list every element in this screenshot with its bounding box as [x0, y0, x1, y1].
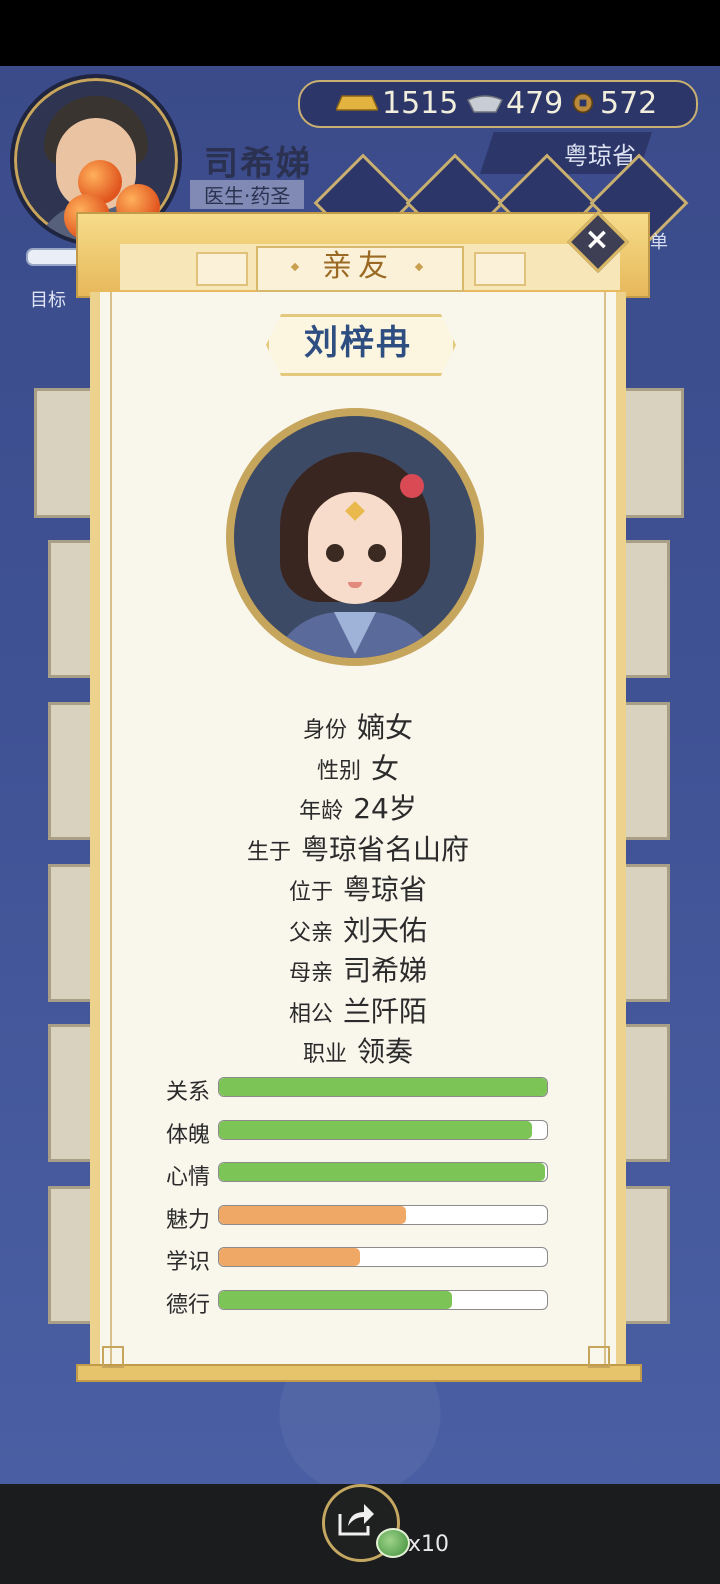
stat-fill: [219, 1291, 452, 1309]
info-row-husband: 相公 兰阡陌: [90, 990, 626, 1030]
stat-label-relationship: 关系: [166, 1080, 211, 1105]
info-value: 粤琼省: [343, 873, 428, 906]
silver-ingot-icon: [466, 95, 504, 113]
info-row-identity: 身份 嫡女: [90, 706, 626, 746]
info-label: 相公: [288, 1002, 333, 1027]
stat-label-virtue: 德行: [166, 1293, 211, 1318]
side-card: [620, 702, 670, 840]
info-label: 职业: [302, 1042, 347, 1067]
stat-fill: [219, 1121, 533, 1139]
stat-fill: [219, 1078, 547, 1096]
info-label: 年龄: [299, 799, 344, 824]
info-row-occupation: 职业 领奏: [90, 1030, 626, 1070]
info-value: 女: [371, 752, 400, 785]
info-row-gender: 性别女: [90, 747, 626, 787]
flower-hairpin-icon: [400, 474, 424, 498]
gold-value: 1515: [382, 86, 459, 121]
stat-label-physique: 体魄: [166, 1123, 211, 1148]
stat-bar-physique: [218, 1120, 548, 1140]
copper-coin-icon: [572, 92, 594, 114]
info-row-mother: 母亲 司希娣: [90, 949, 626, 989]
silver-value: 479: [506, 86, 564, 121]
person-name: 刘梓冉: [304, 323, 412, 363]
side-card: [620, 1186, 670, 1324]
corner-ornament: [588, 1346, 610, 1368]
header-ornament-left: [196, 252, 248, 286]
coin-value: 572: [600, 86, 658, 121]
gold-ingot-icon: [336, 95, 378, 111]
info-label: 生于: [246, 840, 291, 865]
stat-bar-charm: [218, 1205, 548, 1225]
info-value: 嫡女: [357, 711, 414, 744]
info-value: 兰阡陌: [343, 995, 428, 1028]
info-row-age: 年龄 24岁: [90, 787, 626, 827]
info-row-birthplace: 生于 粤琼省名山府: [90, 828, 626, 868]
side-card: [620, 540, 670, 678]
portrait-eye: [368, 544, 386, 562]
stat-fill: [219, 1248, 361, 1266]
info-label: 父亲: [288, 921, 333, 946]
stat-label-charm: 魅力: [166, 1208, 211, 1233]
stat-fill: [219, 1206, 406, 1224]
stat-label-knowledge: 学识: [166, 1250, 211, 1275]
stat-fill: [219, 1163, 546, 1181]
person-portrait: [234, 416, 476, 658]
share-reward-count: x10: [408, 1532, 450, 1557]
stat-label-mood: 心情: [166, 1165, 211, 1190]
info-label: 位于: [288, 880, 333, 905]
stat-bar-virtue: [218, 1290, 548, 1310]
jade-coin-icon: [376, 1528, 410, 1558]
goal-label[interactable]: 目标: [30, 286, 66, 312]
stat-bar-knowledge: [218, 1247, 548, 1267]
stat-bar-relationship: [218, 1077, 548, 1097]
info-value: 领奏: [357, 1035, 414, 1068]
info-row-father: 父亲 刘天佑: [90, 909, 626, 949]
side-card: [620, 388, 684, 518]
info-label: 性别: [316, 759, 361, 784]
info-value: 24岁: [353, 792, 417, 825]
side-card: [620, 1024, 670, 1162]
corner-ornament: [102, 1346, 124, 1368]
status-bar: [0, 0, 720, 66]
stat-bar-mood: [218, 1162, 548, 1182]
modal-title: 亲友: [322, 249, 394, 284]
modal-bottom-rod: [76, 1364, 642, 1382]
info-label: 母亲: [288, 961, 333, 986]
info-label: 身份: [302, 718, 347, 743]
side-card: [620, 864, 670, 1002]
header-ornament-right: [474, 252, 526, 286]
currency-bar: 1515 479 572: [298, 80, 698, 128]
info-value: 司希娣: [343, 954, 428, 987]
player-name: 司希娣: [204, 144, 312, 184]
portrait-eye: [326, 544, 344, 562]
share-icon[interactable]: [336, 1500, 376, 1538]
info-row-location: 位于 粤琼省: [90, 868, 626, 908]
info-value: 粤琼省名山府: [301, 833, 470, 866]
player-title: 医生·药圣: [190, 180, 305, 209]
close-icon[interactable]: ×: [578, 220, 616, 258]
info-value: 刘天佑: [343, 914, 428, 947]
